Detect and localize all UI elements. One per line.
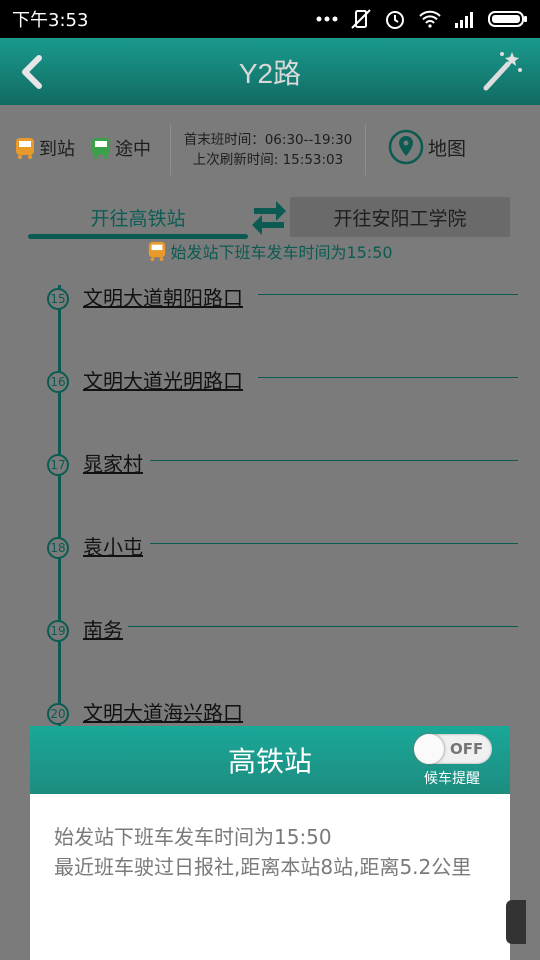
magic-wand-button[interactable] — [480, 46, 526, 94]
signal-icon — [455, 12, 473, 28]
map-button[interactable]: 地图 — [388, 129, 466, 165]
stop-row[interactable]: 16 文明大道光明路口 — [0, 358, 540, 398]
stop-name[interactable]: 南务 — [83, 614, 123, 643]
last-refresh-time: 上次刷新时间: 15:53:03 — [192, 152, 344, 168]
stop-divider — [258, 294, 518, 295]
page-title: Y2路 — [238, 57, 302, 89]
stop-name[interactable]: 袁小屯 — [83, 531, 143, 560]
more-dots-icon — [316, 16, 338, 22]
back-arrow-icon — [22, 55, 42, 89]
legend-arrived: 到站 — [14, 135, 75, 161]
stop-divider — [150, 543, 518, 544]
legend-en-route-label: 途中 — [115, 139, 151, 160]
stop-row[interactable]: 20 文明大道海兴路口 — [0, 690, 540, 730]
status-icons — [316, 8, 528, 30]
tab-to-high-speed-rail[interactable]: 开往高铁站 — [28, 197, 248, 239]
toggle-caption: 候车提醒 — [424, 771, 480, 787]
stop-name[interactable]: 文明大道光明路口 — [83, 365, 243, 394]
back-button[interactable] — [12, 50, 52, 94]
stop-row[interactable]: 19 南务 — [0, 607, 540, 647]
side-drawer-handle[interactable] — [506, 900, 526, 944]
magic-wand-icon — [483, 52, 522, 91]
stop-name[interactable]: 文明大道海兴路口 — [83, 697, 243, 726]
info-row: 到站 途中 首末班时间：06:30--19:30 上次刷新时间: 15:53:0… — [0, 125, 540, 175]
bus-orange-icon — [149, 241, 166, 261]
stop-number: 15 — [47, 288, 69, 310]
dialog-header: 高铁站 OFF 候车提醒 — [30, 726, 510, 794]
dialog-line-nearest-bus: 最近班车驶过日报社,距离本站8站,距离5.2公里 — [54, 855, 472, 879]
swap-direction-button[interactable] — [250, 195, 288, 237]
battery-icon — [488, 11, 527, 27]
legend-arrived-label: 到站 — [39, 139, 75, 160]
toggle-knob — [414, 734, 444, 764]
stop-number: 16 — [47, 371, 69, 393]
stop-name[interactable]: 晁家村 — [83, 448, 143, 477]
stop-divider — [150, 460, 518, 461]
swap-arrows-icon — [252, 201, 286, 235]
stop-row[interactable]: 18 袁小屯 — [0, 524, 540, 564]
stop-number: 18 — [47, 537, 69, 559]
bus-orange-icon — [16, 138, 34, 159]
legend-en-route: 途中 — [90, 135, 151, 161]
toggle-state: OFF — [450, 740, 484, 758]
map-pin-icon — [388, 129, 424, 165]
dialog-title: 高铁站 — [227, 745, 312, 778]
route-line — [58, 285, 61, 735]
first-last-time: 首末班时间：06:30--19:30 — [183, 132, 353, 148]
alarm-icon — [386, 11, 404, 29]
stop-number: 20 — [47, 703, 69, 725]
map-button-label: 地图 — [428, 137, 467, 160]
tab-to-anyang-institute[interactable]: 开往安阳工学院 — [290, 197, 510, 237]
stop-number: 19 — [47, 620, 69, 642]
wait-reminder-toggle[interactable]: OFF — [414, 734, 492, 764]
vibrate-off-icon — [351, 9, 371, 29]
stop-divider — [128, 626, 518, 627]
stop-row[interactable]: 17 晁家村 — [0, 441, 540, 481]
stop-detail-dialog: 高铁站 OFF 候车提醒 始发站下班车发车时间为15:50 最近班车驶过日报社,… — [30, 726, 510, 960]
bus-green-icon — [92, 138, 110, 159]
departure-notice: 始发站下班车发车时间为15:50 — [0, 239, 540, 263]
schedule-info: 首末班时间：06:30--19:30 上次刷新时间: 15:53:03 — [170, 125, 366, 175]
stop-number: 17 — [47, 454, 69, 476]
app-bar: Y2路 — [0, 38, 540, 105]
stop-row[interactable]: 15 文明大道朝阳路口 — [0, 275, 540, 315]
status-bar: 下午3:53 — [0, 0, 540, 38]
dialog-body: 始发站下班车发车时间为15:50 最近班车驶过日报社,距离本站8站,距离5.2公… — [54, 822, 474, 882]
dialog-line-departure: 始发站下班车发车时间为15:50 — [54, 825, 332, 849]
status-time: 下午3:53 — [12, 10, 89, 31]
departure-notice-text: 始发站下班车发车时间为15:50 — [170, 243, 393, 262]
stop-name[interactable]: 文明大道朝阳路口 — [83, 282, 243, 311]
stop-divider — [258, 377, 518, 378]
wifi-icon — [419, 10, 441, 28]
